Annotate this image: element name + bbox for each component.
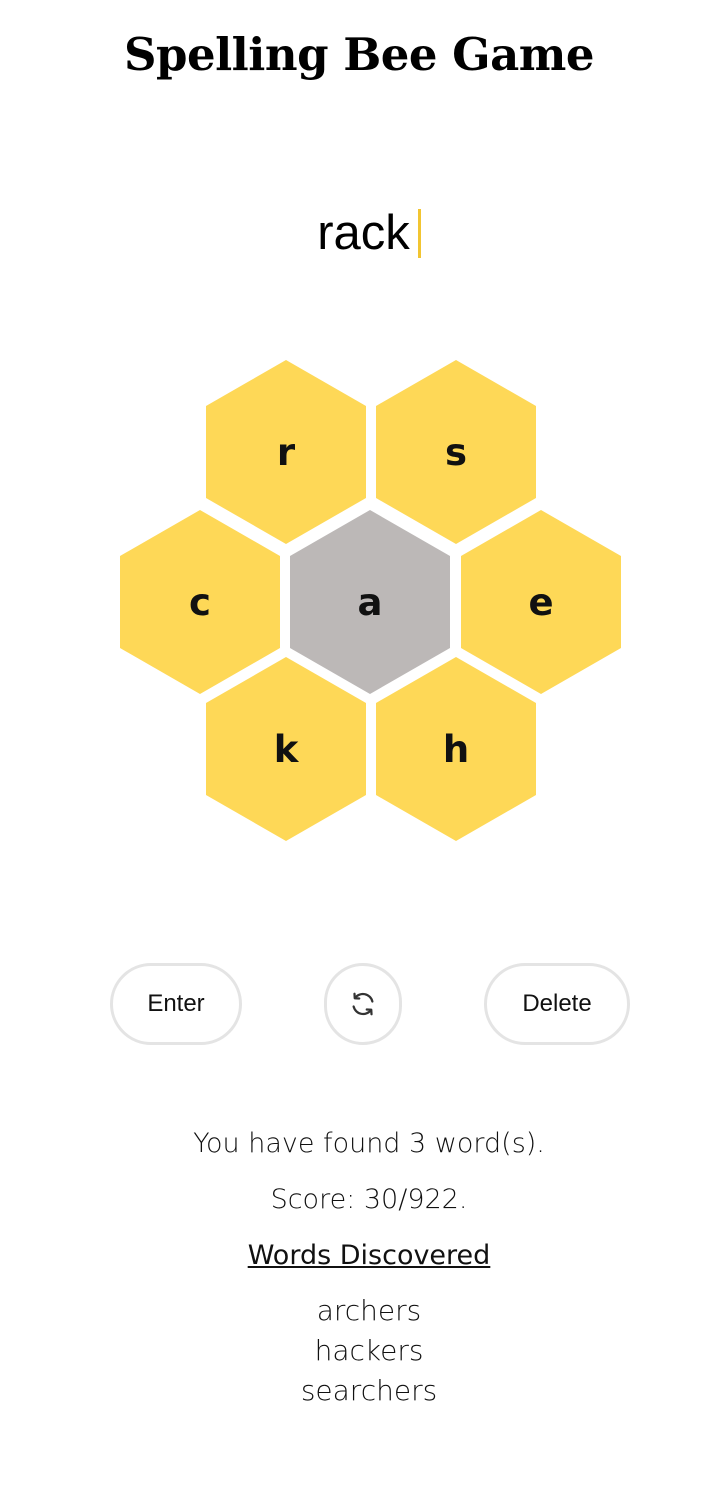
discovered-word-list: archers hackers searchers (0, 1291, 718, 1411)
delete-button[interactable]: Delete (484, 963, 630, 1045)
words-found-count: You have found 3 word(s). (193, 1128, 545, 1159)
hex-letter-r[interactable]: r (206, 360, 366, 544)
hex-letter-c[interactable]: c (120, 510, 280, 694)
list-item: hackers (314, 1334, 424, 1367)
hex-letter-h[interactable]: h (376, 657, 536, 841)
hex-letter-k[interactable]: k (206, 657, 366, 841)
hex-letter-label: a (357, 580, 383, 624)
page-title: Spelling Bee Game (123, 28, 595, 81)
word-input-display: rack (0, 200, 718, 260)
hex-letter-label: k (273, 727, 299, 771)
score-text: Score: 30/922. (270, 1184, 468, 1215)
hex-letter-e[interactable]: e (461, 510, 621, 694)
list-item: archers (316, 1294, 422, 1327)
words-discovered-heading: Words Discovered (247, 1240, 491, 1271)
hex-letter-label: e (528, 580, 554, 624)
current-input-text: rack (317, 206, 410, 261)
hex-letter-label: s (444, 430, 468, 474)
refresh-icon (352, 992, 374, 1016)
hex-letter-label: c (189, 580, 211, 624)
list-item: searchers (300, 1374, 438, 1407)
hex-letter-label: r (276, 430, 296, 474)
shuffle-button[interactable] (324, 963, 402, 1045)
hex-letter-label: h (442, 727, 470, 771)
text-cursor (417, 208, 421, 258)
hex-center-letter[interactable]: a (290, 510, 450, 694)
hex-letter-s[interactable]: s (376, 360, 536, 544)
enter-button[interactable]: Enter (110, 963, 242, 1045)
